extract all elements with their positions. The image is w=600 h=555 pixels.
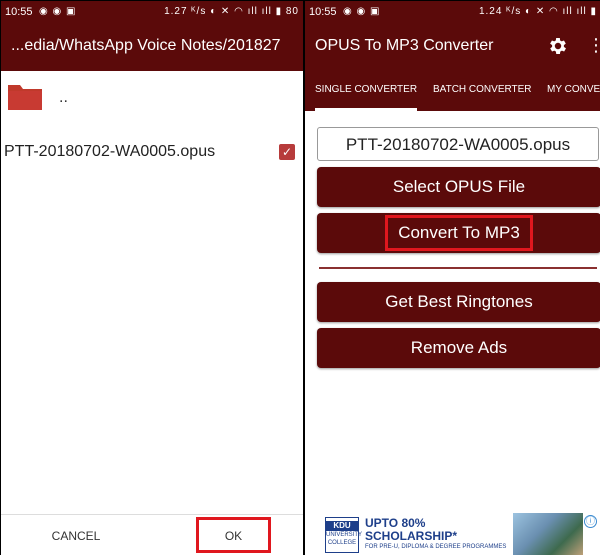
app-title: OPUS To MP3 Converter [315, 37, 494, 54]
tab-bar: SINGLE CONVERTER BATCH CONVERTER MY CONV… [305, 71, 600, 111]
picker-toolbar: ...edia/WhatsApp Voice Notes/201827 [1, 23, 303, 71]
parent-folder-row[interactable]: .. [1, 77, 303, 117]
ad-photo [513, 513, 583, 555]
notification-icons: ◉ ◉ ▣ [343, 6, 381, 17]
notification-icons: ◉ ◉ ▣ [39, 6, 77, 17]
picker-action-bar: CANCEL OK [1, 514, 303, 555]
convert-button-label: Convert To MP3 [385, 215, 533, 251]
section-divider [319, 267, 597, 269]
status-bar: 10:55 ◉ ◉ ▣ 1.24 ᴷ/s ◐ ✕ ◠ ıll ıll ▮ [305, 1, 600, 23]
status-bar: 10:55 ◉ ◉ ▣ 1.27 ᴷ/s ◐ ✕ ◠ ıll ıll ▮ 80 [1, 1, 303, 23]
tab-batch-converter[interactable]: BATCH CONVERTER [433, 71, 532, 111]
file-row-opus[interactable]: PTT-20180702-WA0005.opus ✓ [1, 139, 303, 169]
file-name-label: PTT-20180702-WA0005.opus [4, 143, 216, 160]
tab-my-converter[interactable]: MY CONVERT [547, 71, 600, 111]
cancel-button[interactable]: CANCEL [41, 515, 111, 555]
file-checkbox-checked[interactable]: ✓ [279, 144, 295, 160]
get-best-ringtones-button[interactable]: Get Best Ringtones [317, 282, 600, 322]
app-toolbar: OPUS To MP3 Converter ⋮ [305, 23, 600, 71]
folder-icon [8, 85, 42, 110]
convert-to-mp3-button[interactable]: Convert To MP3 [317, 213, 600, 253]
status-right-indicators: 1.24 ᴷ/s ◐ ✕ ◠ ıll ıll ▮ [478, 6, 597, 17]
ad-banner[interactable]: KDU UNIVERSITY COLLEGE UPTO 80% SCHOLARS… [305, 513, 600, 555]
status-time: 10:55 [5, 6, 33, 18]
ok-button[interactable]: OK [196, 517, 271, 553]
status-right-indicators: 1.27 ᴷ/s ◐ ✕ ◠ ıll ıll ▮ 80 [164, 6, 299, 17]
remove-ads-button[interactable]: Remove Ads [317, 328, 600, 368]
converter-screen: 10:55 ◉ ◉ ▣ 1.24 ᴷ/s ◐ ✕ ◠ ıll ıll ▮ OPU… [305, 1, 600, 555]
select-opus-file-button[interactable]: Select OPUS File [317, 167, 600, 207]
ad-logo: KDU UNIVERSITY COLLEGE [325, 517, 362, 553]
tab-single-converter[interactable]: SINGLE CONVERTER [315, 71, 418, 111]
current-path-title: ...edia/WhatsApp Voice Notes/201827 [11, 37, 281, 54]
ad-info-icon[interactable]: ⓘ [584, 515, 597, 528]
status-time: 10:55 [309, 6, 337, 18]
file-picker-screen: 10:55 ◉ ◉ ▣ 1.27 ᴷ/s ◐ ✕ ◠ ıll ıll ▮ 80 … [1, 1, 303, 555]
parent-folder-label: .. [59, 89, 68, 106]
selected-file-field: PTT-20180702-WA0005.opus [317, 127, 599, 161]
screenshot-frame: 10:55 ◉ ◉ ▣ 1.27 ᴷ/s ◐ ✕ ◠ ıll ıll ▮ 80 … [0, 0, 600, 555]
gear-icon[interactable] [547, 35, 569, 57]
ad-headline: UPTO 80% SCHOLARSHIP* [365, 516, 458, 543]
ad-subline: FOR PRE-U, DIPLOMA & DEGREE PROGRAMMES [365, 544, 507, 550]
more-options-icon[interactable]: ⋮ [587, 35, 600, 57]
